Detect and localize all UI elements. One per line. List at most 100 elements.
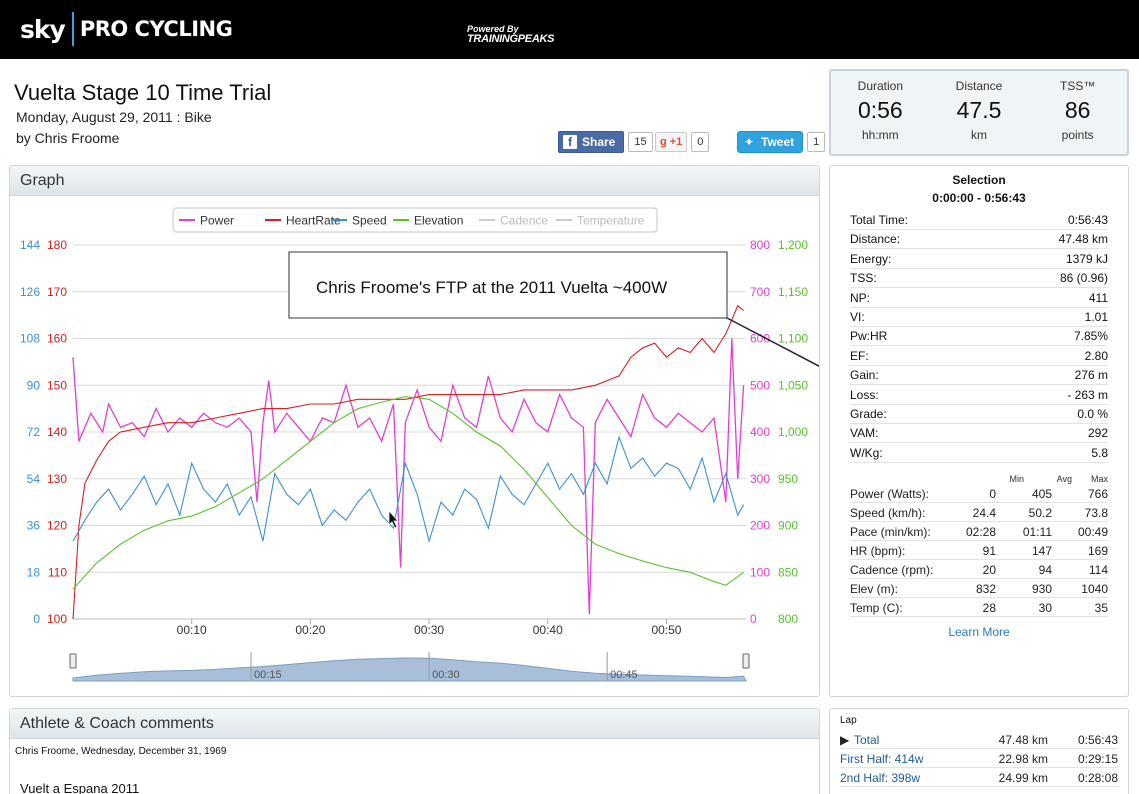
heartrate-axis-label: 100 bbox=[47, 612, 67, 626]
selection-title: Selection bbox=[952, 173, 1006, 187]
speed-axis-label: 0 bbox=[33, 612, 40, 626]
stat-label: VAM: bbox=[850, 426, 879, 441]
heartrate-axis-label: 150 bbox=[47, 378, 67, 392]
x-axis-label: 00:20 bbox=[295, 623, 325, 637]
tweet-count: 1 bbox=[807, 132, 826, 152]
twitter-tweet: ✦ Tweet 1 bbox=[737, 131, 826, 153]
learn-more-link[interactable]: Learn More bbox=[830, 625, 1128, 639]
lap-title: Lap bbox=[840, 715, 857, 726]
summary-tss: TSS™ 86 points bbox=[1028, 71, 1127, 154]
graph-panel: Graph Power HeartRate Speed Elevation Cadenc… bbox=[9, 165, 820, 697]
google-plus-count: 0 bbox=[691, 132, 710, 152]
lap-name[interactable]: 2nd Half: 398w bbox=[840, 771, 920, 785]
heartrate-axis-label: 110 bbox=[48, 565, 67, 579]
heartrate-axis-label: 170 bbox=[47, 285, 67, 299]
lap-row-first-half[interactable]: First Half: 414w 22.98 km 0:29:15 bbox=[840, 749, 1118, 768]
lap-distance: 24.99 km bbox=[998, 771, 1048, 785]
min-avg-max-row: Temp (C): 28 30 35 bbox=[850, 598, 1108, 617]
sky-pro-cycling-logo[interactable]: sky PRO CYCLING bbox=[20, 10, 233, 48]
lap-name[interactable]: Total bbox=[854, 733, 879, 747]
google-plus-icon: g bbox=[660, 136, 667, 148]
mm-label: Cadence (rpm): bbox=[850, 563, 934, 577]
stat-row: W/Kg: 5.8 bbox=[850, 444, 1108, 463]
workout-chart[interactable]: Power HeartRate Speed Elevation Cadence Tempe… bbox=[10, 196, 819, 696]
mm-avg: 147 bbox=[1031, 544, 1052, 558]
stat-row: Total Time: 0:56:43 bbox=[850, 211, 1108, 230]
navigator-right-handle[interactable] bbox=[742, 653, 750, 669]
summary-distance: Distance 47.5 km bbox=[930, 71, 1029, 154]
mm-max: 00:49 bbox=[1077, 525, 1108, 539]
powered-by-trainingpeaks[interactable]: Powered By TRAININGPEAKS bbox=[467, 24, 554, 45]
mm-label: Temp (C): bbox=[850, 601, 903, 615]
mm-min: 0 bbox=[989, 487, 996, 501]
mm-avg: 50.2 bbox=[1028, 506, 1052, 520]
stat-row: Distance: 47.48 km bbox=[850, 230, 1108, 250]
mm-min: 832 bbox=[975, 582, 996, 596]
legend-label: Cadence bbox=[500, 214, 548, 228]
graph-panel-title: Graph bbox=[10, 166, 819, 196]
navigator-tick-label: 00:30 bbox=[432, 669, 460, 681]
stat-label: NP: bbox=[850, 290, 871, 305]
selection-stats-panel: Selection 0:00:00 - 0:56:43 Total Time: 0… bbox=[829, 165, 1129, 697]
stat-row: TSS: 86 (0.96) bbox=[850, 269, 1108, 289]
workout-date: Monday, August 29, 2011 : Bike bbox=[16, 109, 212, 125]
elevation-axis-label: 800 bbox=[778, 612, 798, 626]
stat-label: Loss: bbox=[850, 387, 879, 402]
lap-time: 0:56:43 bbox=[1077, 733, 1118, 747]
x-axis-label: 00:40 bbox=[533, 623, 563, 637]
mm-max: 169 bbox=[1087, 544, 1108, 558]
tweet-button[interactable]: ✦ Tweet bbox=[737, 131, 804, 153]
lap-row-second-half[interactable]: 2nd Half: 398w 24.99 km 0:28:08 bbox=[840, 768, 1118, 787]
summary-value: 0:56 bbox=[857, 97, 903, 123]
comments-panel: Athlete & Coach comments Chris Froome, W… bbox=[9, 708, 820, 794]
stat-label: TSS: bbox=[850, 271, 877, 286]
heartrate-axis-label: 140 bbox=[47, 425, 67, 439]
facebook-share-count: 15 bbox=[628, 132, 653, 152]
lap-name[interactable]: First Half: 414w bbox=[840, 752, 923, 766]
mm-max: 35 bbox=[1094, 601, 1108, 615]
stat-row: Loss: - 263 m bbox=[850, 386, 1108, 405]
stat-row: Gain: 276 m bbox=[850, 366, 1108, 386]
lap-row-total[interactable]: ▶ Total 47.48 km 0:56:43 bbox=[840, 730, 1118, 749]
heartrate-axis-label: 180 bbox=[47, 238, 67, 252]
speed-axis-label: 108 bbox=[20, 332, 40, 346]
mm-avg: 01:11 bbox=[1022, 525, 1052, 539]
navigator-left-handle[interactable] bbox=[69, 653, 77, 669]
elevation-axis-label: 1,150 bbox=[778, 285, 808, 299]
mm-min: 28 bbox=[982, 601, 996, 615]
summary-unit: km bbox=[971, 128, 987, 142]
stat-value: 86 (0.96) bbox=[1059, 271, 1108, 286]
elevation-axis-label: 1,100 bbox=[778, 332, 808, 346]
facebook-share-button[interactable]: f Share bbox=[558, 131, 625, 153]
lap-time: 0:29:15 bbox=[1077, 752, 1118, 766]
speed-axis-label: 90 bbox=[27, 378, 41, 392]
twitter-bird-icon: ✦ bbox=[744, 135, 755, 149]
lap-panel: Lap ▶ Total 47.48 km 0:56:43 First Half:… bbox=[829, 708, 1129, 794]
mm-label: Speed (km/h): bbox=[850, 506, 926, 520]
lap-time: 0:28:08 bbox=[1077, 771, 1118, 785]
elevation-axis-label: 1,000 bbox=[778, 425, 808, 439]
x-axis-label: 00:50 bbox=[651, 623, 681, 637]
legend-label: Speed bbox=[352, 214, 387, 228]
lap-expand-icon[interactable]: ▶ bbox=[840, 733, 849, 747]
brand-sky: sky bbox=[20, 14, 66, 44]
legend-label: Temperature bbox=[577, 214, 645, 228]
stat-label: Pw:HR bbox=[850, 329, 888, 344]
brand-divider bbox=[71, 12, 74, 46]
lap-distance: 47.48 km bbox=[998, 733, 1048, 747]
facebook-share-label: Share bbox=[582, 135, 616, 149]
stat-value: - 263 m bbox=[1067, 387, 1108, 402]
mm-max: 766 bbox=[1087, 487, 1108, 501]
stat-value: 1.01 bbox=[1084, 310, 1108, 324]
mm-min: 20 bbox=[982, 563, 996, 577]
range-navigator[interactable]: 00:15 00:30 00:45 bbox=[69, 652, 750, 682]
elevation-axis-label: 850 bbox=[778, 565, 798, 579]
elevation-axis-label: 950 bbox=[778, 472, 798, 486]
mm-avg: 930 bbox=[1031, 582, 1052, 596]
google-plus-one-button[interactable]: g +1 bbox=[655, 132, 688, 152]
annotation-text: Chris Froome's FTP at the 2011 Vuelta ~4… bbox=[316, 278, 667, 297]
speed-axis-label: 144 bbox=[20, 238, 40, 252]
summary-value: 47.5 bbox=[956, 97, 1002, 123]
power-axis-label: 700 bbox=[750, 285, 770, 299]
summary-unit: points bbox=[1061, 128, 1094, 142]
